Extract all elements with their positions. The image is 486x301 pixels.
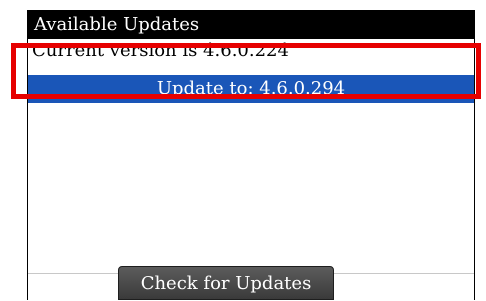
- current-version-label: Current version is 4.6.0.224: [32, 40, 289, 61]
- page-title: Available Updates: [28, 10, 474, 39]
- updates-screen: Available Updates Current version is 4.6…: [27, 10, 475, 300]
- update-list-item[interactable]: Update to: 4.6.0.294: [28, 75, 474, 103]
- check-for-updates-button[interactable]: Check for Updates: [118, 266, 334, 300]
